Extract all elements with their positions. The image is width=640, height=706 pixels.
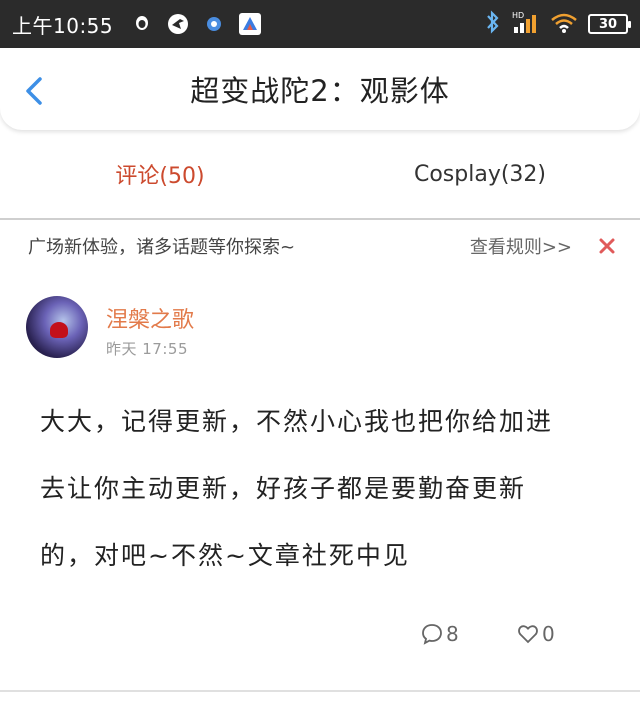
- avatar[interactable]: [26, 296, 88, 358]
- username[interactable]: 涅槃之歌: [106, 302, 194, 334]
- close-icon: [599, 238, 615, 254]
- battery-level: 30: [598, 16, 618, 32]
- notice-text: 广场新体验，诸多话题等你探索~: [28, 237, 296, 258]
- post-line: 的，对吧~不然~文章社死中见: [40, 541, 410, 570]
- notice-banner: 广场新体验，诸多话题等你探索~ 查看规则>>: [0, 220, 640, 272]
- comment-icon: [422, 624, 442, 645]
- app-a-icon: [239, 13, 262, 35]
- close-notice-button[interactable]: [598, 237, 616, 255]
- status-bar: 上午10:55 HD 30: [0, 0, 640, 48]
- like-button[interactable]: 0: [516, 622, 555, 646]
- status-time: 上午10:55: [12, 13, 114, 38]
- tab-comments[interactable]: 评论(50): [0, 130, 320, 218]
- back-arrow-icon: [26, 77, 42, 105]
- signal-icon: HD: [512, 10, 540, 38]
- post-body: 大大，记得更新，不然小心我也把你给加进 去让你主动更新，好孩子都是要勤奋更新 的…: [40, 388, 610, 589]
- post-line: 去让你主动更新，好孩子都是要勤奋更新: [40, 474, 527, 503]
- avatar-art: [50, 322, 68, 338]
- page-title: 超变战陀2：观影体: [190, 74, 450, 108]
- blue-dot-icon: [203, 13, 225, 35]
- like-count: 0: [542, 622, 555, 646]
- wifi-icon: [550, 10, 578, 38]
- post-time: 昨天 17:55: [106, 340, 188, 358]
- comment-button[interactable]: 8: [420, 622, 459, 646]
- heart-icon: [518, 625, 538, 644]
- battery-icon: 30: [588, 14, 631, 34]
- tab-cosplay[interactable]: Cosplay(32): [320, 130, 640, 218]
- nav-bar: 超变战陀2：观影体: [0, 48, 640, 130]
- back-button[interactable]: [22, 76, 46, 106]
- comment-count: 8: [446, 622, 459, 646]
- status-right-icons: HD 30: [484, 9, 631, 39]
- view-rules-link[interactable]: 查看规则>>: [470, 233, 572, 259]
- post-line: 大大，记得更新，不然小心我也把你给加进: [40, 407, 554, 436]
- bottom-divider: [0, 690, 640, 692]
- network-label: HD: [512, 11, 524, 20]
- tab-bar: 评论(50) Cosplay(32): [0, 130, 640, 218]
- bird-icon: [167, 13, 189, 35]
- post-actions: 8 0: [0, 622, 640, 658]
- status-notification-icons: [131, 13, 262, 35]
- qq-icon: [131, 13, 153, 35]
- bluetooth-icon: [484, 9, 502, 39]
